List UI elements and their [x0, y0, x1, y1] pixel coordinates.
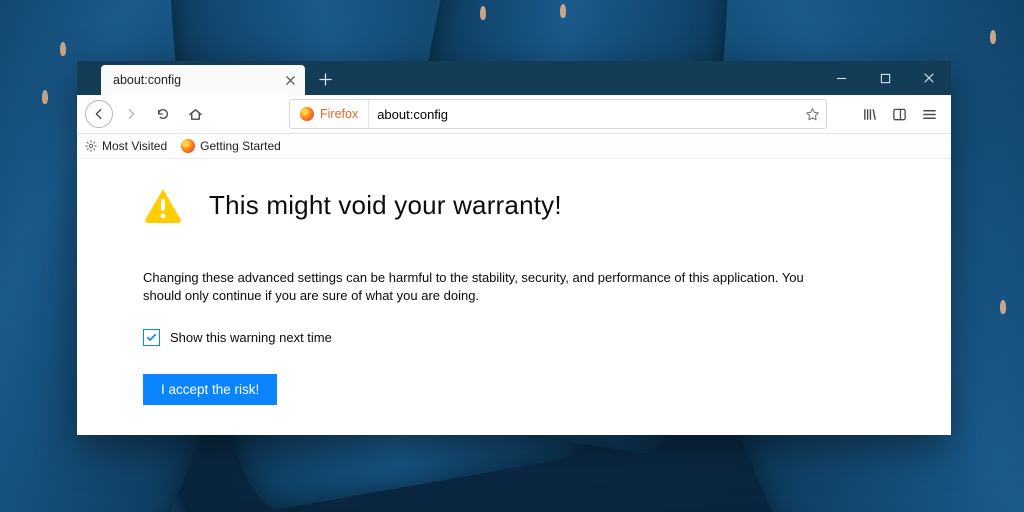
checkbox-label: Show this warning next time — [170, 330, 332, 345]
titlebar: about:config — [77, 61, 951, 95]
identity-box[interactable]: Firefox — [290, 100, 369, 128]
library-icon[interactable] — [855, 100, 883, 128]
minimize-icon[interactable] — [819, 61, 863, 95]
menu-icon[interactable] — [915, 100, 943, 128]
close-window-icon[interactable] — [907, 61, 951, 95]
warning-body: Changing these advanced settings can be … — [143, 223, 823, 305]
bookmark-most-visited[interactable]: Most Visited — [85, 139, 167, 153]
url-input[interactable] — [369, 107, 798, 122]
bookmarks-toolbar: Most Visited Getting Started — [77, 134, 951, 159]
plus-icon[interactable] — [311, 65, 339, 93]
bookmark-getting-started[interactable]: Getting Started — [181, 139, 281, 153]
desktop-wallpaper: about:config Firef — [0, 0, 1024, 512]
maximize-icon[interactable] — [863, 61, 907, 95]
bookmark-label: Most Visited — [102, 139, 167, 153]
url-bar: Firefox — [289, 99, 827, 129]
page-content: This might void your warranty! Changing … — [77, 159, 951, 405]
checkmark-icon — [146, 332, 157, 343]
warning-triangle-icon — [143, 187, 183, 223]
browser-window: about:config Firef — [77, 61, 951, 435]
gear-icon — [85, 140, 97, 152]
reload-icon[interactable] — [149, 100, 177, 128]
window-controls — [819, 61, 951, 95]
firefox-logo-icon — [181, 139, 195, 153]
identity-label: Firefox — [320, 107, 358, 121]
tab-aboutconfig[interactable]: about:config — [101, 65, 305, 95]
tab-title: about:config — [113, 73, 181, 87]
sidebar-icon[interactable] — [885, 100, 913, 128]
nav-toolbar: Firefox — [77, 95, 951, 134]
bookmark-label: Getting Started — [200, 139, 281, 153]
close-icon[interactable] — [281, 71, 299, 89]
forward-icon — [117, 100, 145, 128]
home-icon[interactable] — [181, 100, 209, 128]
back-icon[interactable] — [85, 100, 113, 128]
show-warning-checkbox[interactable] — [143, 329, 160, 346]
star-icon[interactable] — [798, 107, 826, 122]
firefox-logo-icon — [300, 107, 314, 121]
accept-risk-button[interactable]: I accept the risk! — [143, 374, 277, 405]
page-title: This might void your warranty! — [209, 190, 562, 221]
